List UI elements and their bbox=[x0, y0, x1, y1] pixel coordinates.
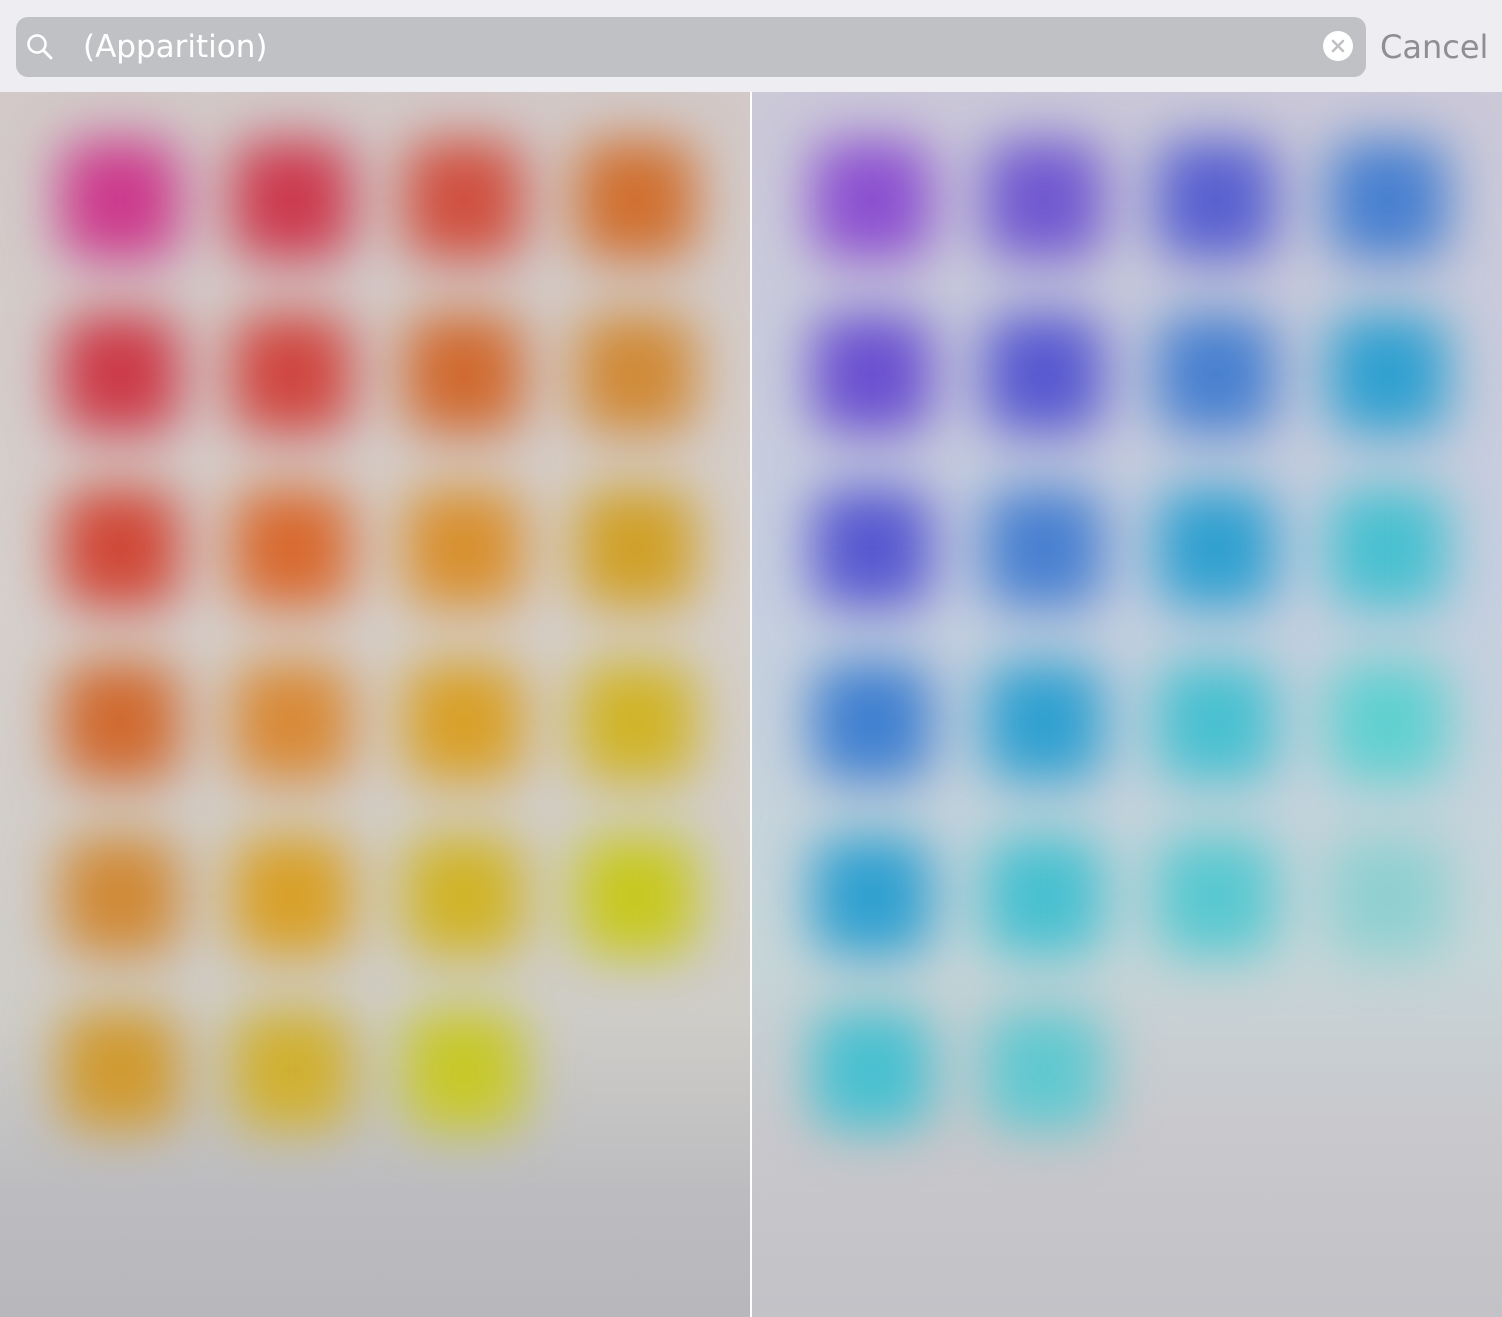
left-app-icon-18 bbox=[232, 836, 352, 956]
right-app-icon-14 bbox=[984, 662, 1104, 782]
right-app-icon-1 bbox=[812, 140, 932, 260]
right-app-icon-5 bbox=[812, 314, 932, 434]
right-icon-grid bbox=[752, 92, 1502, 1317]
cancel-button[interactable]: Cancel bbox=[1380, 17, 1488, 77]
right-app-icon-13 bbox=[812, 662, 932, 782]
right-app-icon-8 bbox=[1328, 314, 1448, 434]
left-app-icon-21 bbox=[60, 1010, 180, 1130]
left-app-icon-5 bbox=[60, 314, 180, 434]
right-app-icon-20 bbox=[1328, 836, 1448, 956]
right-app-icon-4 bbox=[1328, 140, 1448, 260]
search-field[interactable]: (Apparition) bbox=[16, 17, 1366, 77]
right-app-icon-21 bbox=[812, 1010, 932, 1130]
left-app-icon-9 bbox=[60, 488, 180, 608]
right-app-icon-18 bbox=[984, 836, 1104, 956]
left-app-icon-6 bbox=[232, 314, 352, 434]
right-app-icon-16 bbox=[1328, 662, 1448, 782]
search-screen: (Apparition) Cancel bbox=[0, 0, 1502, 1317]
left-app-icon-16 bbox=[576, 662, 696, 782]
right-app-icon-22 bbox=[984, 1010, 1104, 1130]
right-app-icon-6 bbox=[984, 314, 1104, 434]
left-app-icon-1 bbox=[60, 140, 180, 260]
right-app-icon-19 bbox=[1156, 836, 1276, 956]
left-app-icon-20 bbox=[576, 836, 696, 956]
left-app-icon-17 bbox=[60, 836, 180, 956]
search-header: (Apparition) Cancel bbox=[0, 0, 1502, 92]
left-app-icon-8 bbox=[576, 314, 696, 434]
left-app-icon-7 bbox=[404, 314, 524, 434]
left-app-icon-19 bbox=[404, 836, 524, 956]
left-app-icon-15 bbox=[404, 662, 524, 782]
left-app-icon-23 bbox=[404, 1010, 524, 1130]
right-app-icon-9 bbox=[812, 488, 932, 608]
right-app-icon-7 bbox=[1156, 314, 1276, 434]
left-app-icon-2 bbox=[232, 140, 352, 260]
left-app-icon-11 bbox=[404, 488, 524, 608]
left-blurred-panel bbox=[0, 92, 750, 1317]
left-icon-grid bbox=[0, 92, 750, 1317]
right-app-icon-10 bbox=[984, 488, 1104, 608]
right-app-icon-3 bbox=[1156, 140, 1276, 260]
right-app-icon-11 bbox=[1156, 488, 1276, 608]
right-app-icon-15 bbox=[1156, 662, 1276, 782]
right-app-icon-2 bbox=[984, 140, 1104, 260]
left-app-icon-4 bbox=[576, 140, 696, 260]
search-input[interactable]: (Apparition) bbox=[83, 17, 268, 77]
right-app-icon-17 bbox=[812, 836, 932, 956]
clear-icon bbox=[1331, 39, 1345, 53]
left-app-icon-13 bbox=[60, 662, 180, 782]
left-app-icon-10 bbox=[232, 488, 352, 608]
left-app-icon-22 bbox=[232, 1010, 352, 1130]
clear-search-button[interactable] bbox=[1323, 31, 1353, 61]
left-app-icon-3 bbox=[404, 140, 524, 260]
left-app-icon-14 bbox=[232, 662, 352, 782]
right-app-icon-12 bbox=[1328, 488, 1448, 608]
search-icon bbox=[27, 34, 53, 60]
left-app-icon-12 bbox=[576, 488, 696, 608]
right-blurred-panel bbox=[752, 92, 1502, 1317]
